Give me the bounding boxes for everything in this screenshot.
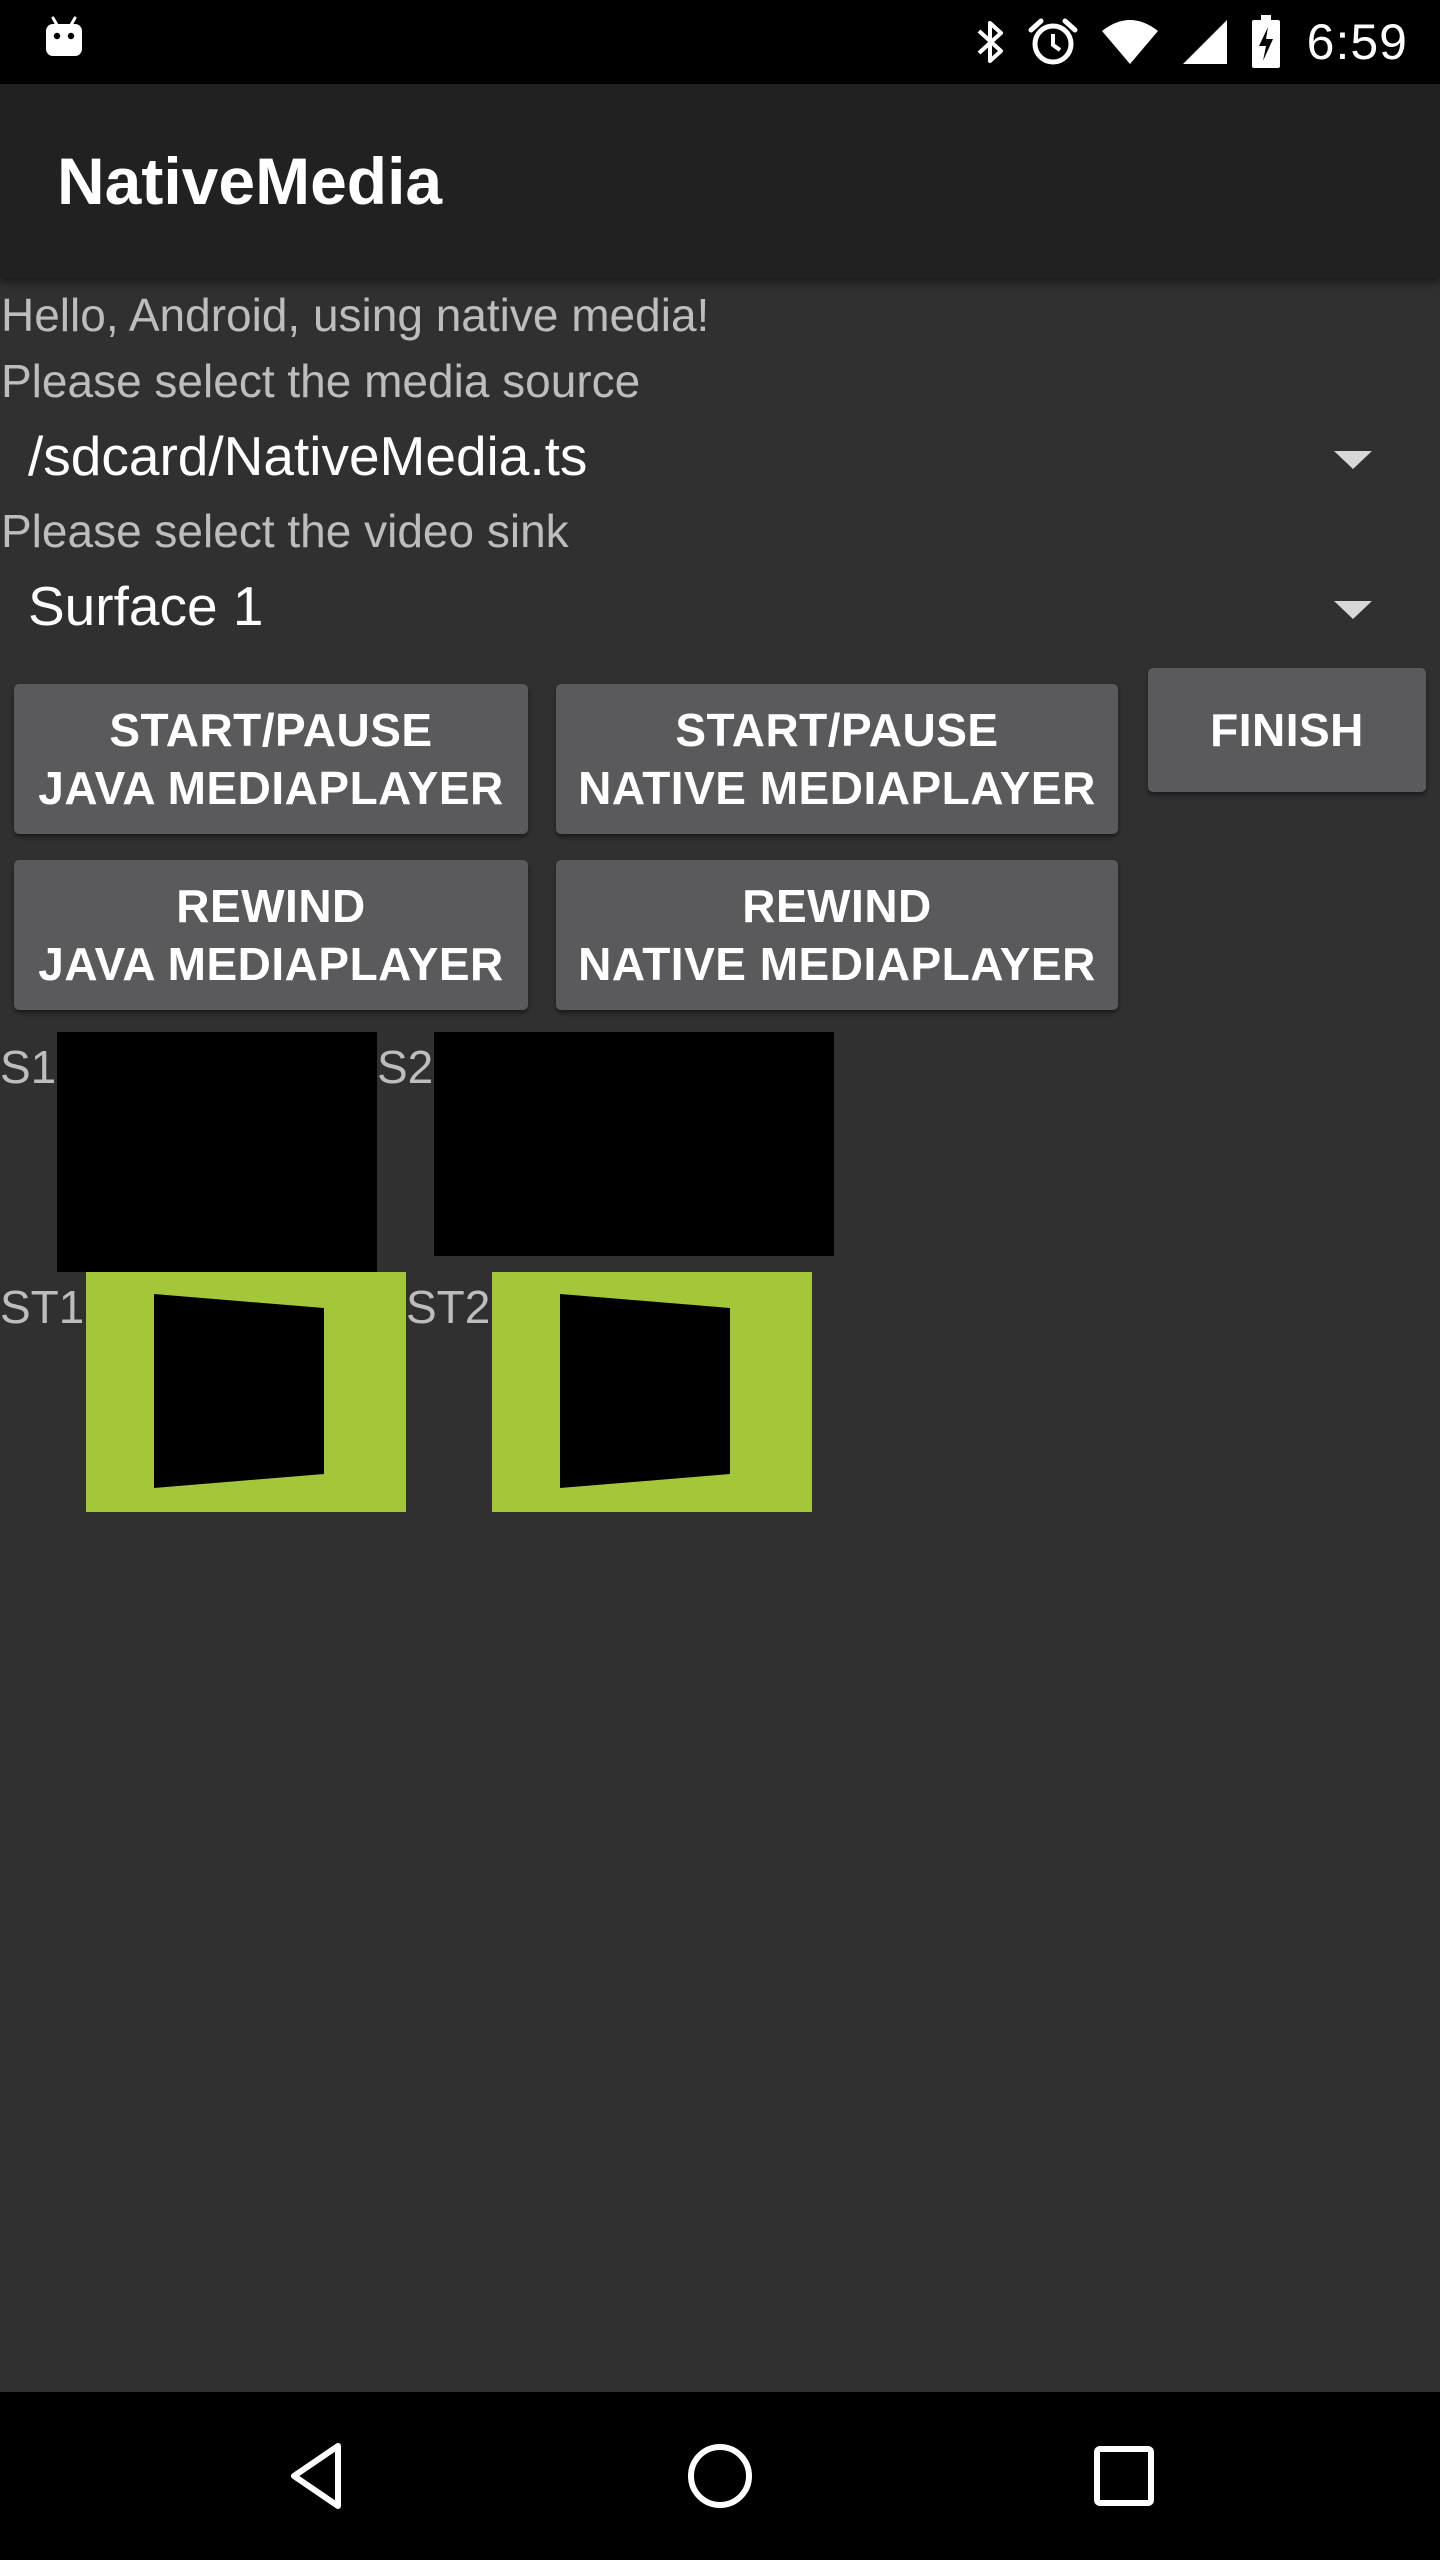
alarm-icon (1028, 18, 1078, 65)
status-bar: 6:59 (0, 0, 1440, 84)
surface-texture-2-view (492, 1272, 812, 1512)
media-source-value: /sdcard/NativeMedia.ts (28, 425, 588, 487)
greeting-text: Hello, Android, using native media! (1, 289, 710, 341)
texture-1-quad (154, 1294, 324, 1488)
navigation-bar (0, 2392, 1440, 2560)
wifi-icon (1101, 20, 1158, 64)
back-icon (291, 2443, 341, 2509)
surface-1-view (57, 1032, 377, 1272)
rewind-java-button[interactable]: REWIND JAVA MEDIAPLAYER (14, 860, 528, 1010)
finish-button[interactable]: FINISH (1148, 668, 1426, 792)
sink-prompt: Please select the video sink (1, 505, 569, 557)
signal-icon (1182, 20, 1227, 64)
rewind-native-button[interactable]: REWIND NATIVE MEDIAPLAYER (556, 860, 1118, 1010)
surface-2-label: S2 (377, 1041, 434, 1093)
surface-2-view (434, 1032, 834, 1256)
start-pause-java-button[interactable]: START/PAUSE JAVA MEDIAPLAYER (14, 684, 528, 834)
video-sink-value: Surface 1 (28, 575, 264, 637)
home-icon (688, 2444, 752, 2508)
dropdown-arrow-icon (1334, 451, 1372, 469)
battery-charging-icon (1251, 15, 1280, 68)
source-prompt: Please select the media source (1, 355, 641, 407)
back-button[interactable] (216, 2392, 416, 2560)
start-pause-native-button[interactable]: START/PAUSE NATIVE MEDIAPLAYER (556, 684, 1118, 834)
media-source-spinner[interactable]: /sdcard/NativeMedia.ts (0, 416, 1400, 496)
recents-button[interactable] (1024, 2392, 1224, 2560)
surface-1-label: S1 (0, 1041, 57, 1093)
surface-texture-1-label: ST1 (0, 1281, 85, 1333)
android-robot-icon (46, 16, 82, 56)
video-sink-spinner[interactable]: Surface 1 (0, 566, 1400, 646)
screen: 6:59 NativeMedia Hello, Android, using n… (0, 0, 1440, 2560)
texture-2-quad (560, 1294, 730, 1488)
recents-icon (1094, 2446, 1154, 2506)
status-clock: 6:59 (1306, 14, 1408, 70)
home-button[interactable] (620, 2392, 820, 2560)
surface-texture-1-view (86, 1272, 406, 1512)
bluetooth-icon (977, 21, 1003, 63)
surface-texture-2-label: ST2 (406, 1281, 491, 1333)
dropdown-arrow-icon (1334, 601, 1372, 619)
app-title: NativeMedia (57, 144, 443, 218)
status-icons: 6:59 (975, 0, 1408, 84)
action-bar: NativeMedia (0, 84, 1440, 278)
